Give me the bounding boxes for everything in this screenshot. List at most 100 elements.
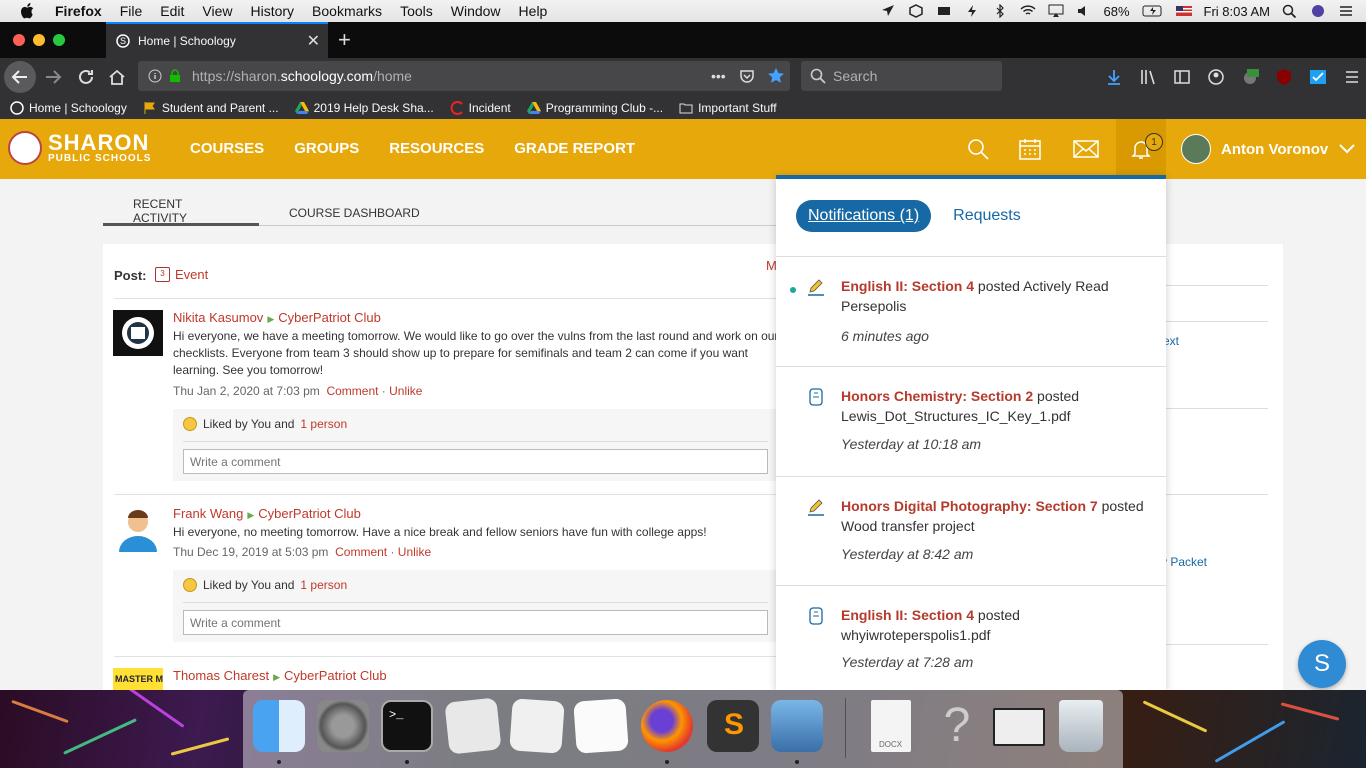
nav-grade-report[interactable]: GRADE REPORT: [514, 140, 635, 157]
system-preferences-icon[interactable]: [317, 700, 369, 752]
battery-icon[interactable]: [1142, 4, 1164, 18]
sublime-text-icon[interactable]: S: [707, 700, 759, 752]
notification-course[interactable]: Honors Digital Photography: Section 7: [841, 498, 1098, 514]
page-actions-icon[interactable]: •••: [711, 68, 726, 84]
menu-bookmarks[interactable]: Bookmarks: [312, 3, 382, 19]
back-button[interactable]: [4, 61, 36, 93]
window-preview-icon[interactable]: [993, 708, 1045, 746]
unlike-link[interactable]: Unlike: [389, 384, 422, 398]
info-icon[interactable]: [148, 69, 162, 83]
bookmark-incident[interactable]: Incident: [450, 101, 511, 115]
question-mark-icon[interactable]: ?: [931, 700, 983, 752]
unlike-link[interactable]: Unlike: [398, 545, 431, 559]
text-editor-icon[interactable]: [509, 698, 565, 754]
close-tab-icon[interactable]: ✕: [307, 31, 320, 51]
menu-window[interactable]: Window: [451, 3, 501, 19]
post-author-avatar[interactable]: [113, 506, 163, 552]
comment-link[interactable]: Comment: [326, 384, 378, 398]
post-author[interactable]: Frank Wang: [173, 506, 243, 521]
airplay-icon[interactable]: [1048, 4, 1064, 18]
bluetooth-icon[interactable]: [992, 4, 1008, 18]
nav-resources[interactable]: RESOURCES: [389, 140, 484, 157]
textedit-icon[interactable]: [573, 698, 629, 754]
us-flag-icon[interactable]: [1175, 4, 1192, 18]
notification-course[interactable]: English II: Section 4: [841, 607, 974, 623]
post-group[interactable]: CyberPatriot Club: [278, 310, 381, 325]
account-icon[interactable]: [1207, 68, 1225, 86]
post-group[interactable]: CyberPatriot Club: [258, 506, 361, 521]
menu-view[interactable]: View: [202, 3, 232, 19]
comment-input[interactable]: [183, 449, 768, 474]
nav-courses[interactable]: COURSES: [190, 140, 264, 157]
firefox-icon[interactable]: [641, 700, 693, 752]
extension-blue-icon[interactable]: [1309, 68, 1327, 86]
menu-edit[interactable]: Edit: [160, 3, 184, 19]
post-author[interactable]: Thomas Charest: [173, 668, 269, 683]
download-icon[interactable]: [1105, 68, 1123, 86]
menu-clock[interactable]: Fri 8:03 AM: [1204, 4, 1270, 19]
preview-icon[interactable]: [771, 700, 823, 752]
tab-course-dashboard[interactable]: COURSE DASHBOARD: [259, 199, 450, 226]
notification-item[interactable]: English II: Section 4 posted Actively Re…: [776, 256, 1166, 366]
tab-recent-activity[interactable]: RECENT ACTIVITY: [103, 197, 259, 226]
search-bar[interactable]: Search: [801, 61, 1002, 91]
close-window-button[interactable]: [13, 34, 25, 46]
post-author[interactable]: Nikita Kasumov: [173, 310, 263, 325]
cube-icon[interactable]: [908, 4, 924, 18]
location-arrow-icon[interactable]: [880, 4, 896, 18]
notification-center-icon[interactable]: [1338, 4, 1354, 18]
bookmark-star-icon[interactable]: [767, 67, 785, 85]
terminal-icon[interactable]: >_: [381, 700, 433, 752]
user-menu[interactable]: Anton Voronov: [1181, 134, 1356, 164]
search-icon[interactable]: [966, 137, 990, 161]
volume-icon[interactable]: [1076, 4, 1092, 18]
bookmark-help-desk[interactable]: 2019 Help Desk Sha...: [294, 101, 434, 115]
tab-notifications[interactable]: Notifications (1): [796, 200, 932, 232]
ublock-icon[interactable]: [1275, 68, 1293, 86]
comment-input[interactable]: [183, 610, 768, 635]
docx-file-icon[interactable]: DOCX: [871, 700, 911, 752]
wifi-icon[interactable]: [1019, 4, 1036, 18]
bookmark-folder-important[interactable]: Important Stuff: [679, 101, 777, 115]
menu-app-name[interactable]: Firefox: [55, 3, 102, 19]
menu-history[interactable]: History: [250, 3, 294, 19]
notification-item[interactable]: English II: Section 4 posted whyiwrotepe…: [776, 585, 1166, 690]
browser-tab-schoology[interactable]: S Home | Schoology ✕: [106, 22, 328, 58]
minimize-window-button[interactable]: [33, 34, 45, 46]
post-author-avatar[interactable]: [113, 310, 163, 356]
calendar-icon[interactable]: [1018, 137, 1042, 161]
spotlight-search-icon[interactable]: [1282, 4, 1298, 18]
sidebar-icon[interactable]: [1173, 68, 1191, 86]
liked-count-link[interactable]: 1 person: [300, 417, 347, 431]
new-tab-button[interactable]: +: [338, 27, 351, 53]
district-logo[interactable]: SHARON PUBLIC SCHOOLS: [8, 131, 151, 165]
address-bar[interactable]: https://sharon.schoology.com/home •••: [138, 61, 790, 91]
post-group[interactable]: CyberPatriot Club: [284, 668, 387, 683]
bolt-icon[interactable]: [964, 4, 980, 18]
nav-groups[interactable]: GROUPS: [294, 140, 359, 157]
bookmark-programming-club[interactable]: Programming Club -...: [526, 101, 663, 115]
lock-icon[interactable]: [168, 69, 182, 83]
menu-file[interactable]: File: [120, 3, 143, 19]
vpn-extension-icon[interactable]: [1241, 68, 1259, 86]
mail-icon[interactable]: [1072, 137, 1100, 161]
notification-item[interactable]: Honors Digital Photography: Section 7 po…: [776, 476, 1166, 586]
forward-button[interactable]: [44, 68, 62, 86]
library-icon[interactable]: [1139, 68, 1157, 86]
bookmark-home-schoology[interactable]: Home | Schoology: [10, 101, 127, 115]
menu-help[interactable]: Help: [519, 3, 548, 19]
home-button[interactable]: [108, 68, 126, 86]
menu-tools[interactable]: Tools: [400, 3, 433, 19]
apple-icon[interactable]: [20, 3, 34, 19]
sidebar-link[interactable]: v Packet: [1161, 555, 1207, 569]
notification-course[interactable]: Honors Chemistry: Section 2: [841, 388, 1033, 404]
siri-icon[interactable]: [1310, 4, 1326, 18]
notification-course[interactable]: English II: Section 4: [841, 278, 974, 294]
comment-link[interactable]: Comment: [335, 545, 387, 559]
liked-count-link[interactable]: 1 person: [300, 578, 347, 592]
battery-percent[interactable]: 68%: [1104, 4, 1130, 19]
hamburger-menu-icon[interactable]: [1343, 68, 1361, 86]
finder-icon[interactable]: [253, 700, 305, 752]
post-author-avatar[interactable]: MASTER MATH: [113, 668, 163, 690]
pocket-icon[interactable]: [739, 68, 755, 84]
